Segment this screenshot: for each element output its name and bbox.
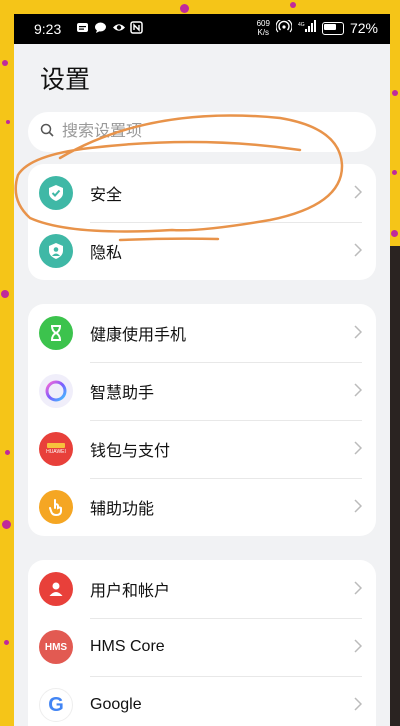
- chevron-right-icon: [354, 185, 362, 199]
- decoration-dot: [392, 90, 398, 96]
- decoration-dot: [290, 2, 296, 8]
- net-speed-unit: K/s: [257, 28, 270, 37]
- eye-icon: [112, 21, 125, 34]
- hourglass-icon: [39, 316, 73, 350]
- privacy-icon: [39, 234, 73, 268]
- chevron-right-icon: [354, 441, 362, 455]
- hand-icon: [39, 490, 73, 524]
- settings-item-label: 用户和帐户: [90, 583, 171, 600]
- search-bar[interactable]: [28, 112, 376, 152]
- decoration-dot: [4, 640, 9, 645]
- chevron-right-icon: [354, 499, 362, 513]
- settings-item-digital-balance[interactable]: 健康使用手机: [28, 304, 376, 362]
- decoration-dot: [2, 520, 11, 529]
- search-icon: [40, 123, 54, 142]
- assistant-ring-icon: [39, 374, 73, 408]
- settings-item-label: 智慧助手: [90, 385, 155, 402]
- chevron-right-icon: [354, 243, 362, 257]
- settings-group-security: 安全 隐私: [28, 164, 376, 280]
- status-bar: 9:23 609 K/s 4G 72%: [14, 14, 390, 44]
- hotspot-icon: [275, 18, 293, 36]
- battery-percent: 72%: [349, 20, 378, 36]
- shield-icon: [39, 176, 73, 210]
- settings-item-google[interactable]: G Google: [28, 676, 376, 726]
- chat-bubble-icon: [94, 21, 107, 34]
- settings-item-label: 安全: [90, 187, 123, 204]
- google-icon: G: [39, 688, 73, 722]
- chevron-right-icon: [354, 639, 362, 653]
- phone-screen: 9:23 609 K/s 4G 72% 设置 搜索设置项 安全 隐私 健康使用手…: [14, 14, 390, 726]
- settings-item-wallet[interactable]: HUAWEI 钱包与支付: [28, 420, 376, 478]
- hms-icon-text: HMS: [44, 641, 68, 653]
- chevron-right-icon: [354, 383, 362, 397]
- settings-item-label: 隐私: [90, 245, 123, 262]
- settings-item-label: 钱包与支付: [90, 443, 171, 460]
- settings-item-hms-core[interactable]: HMS HMS Core: [28, 618, 376, 676]
- chevron-right-icon: [354, 325, 362, 339]
- wallet-card-stripe: [47, 443, 65, 448]
- net-speed: 609 K/s: [257, 19, 270, 37]
- settings-item-security[interactable]: 安全: [28, 164, 376, 222]
- settings-item-privacy[interactable]: 隐私: [28, 222, 376, 280]
- decoration-dot: [392, 170, 397, 175]
- battery-icon: [321, 21, 344, 35]
- settings-item-label: 辅助功能: [90, 501, 155, 518]
- wallet-icon: HUAWEI: [39, 432, 73, 466]
- decoration-dot: [180, 4, 189, 13]
- decoration-dot: [6, 120, 10, 124]
- svg-text:4G: 4G: [298, 22, 305, 28]
- chevron-right-icon: [354, 581, 362, 595]
- decoration-dot: [1, 290, 9, 298]
- status-time: 9:23: [34, 21, 62, 37]
- status-icons-right: 609 K/s 4G 72%: [257, 18, 378, 37]
- decoration-dot: [391, 230, 398, 237]
- net-speed-value: 609: [256, 19, 270, 28]
- settings-group-features: 健康使用手机 智慧助手 HUAWEI 钱包与支付 辅助功能: [28, 304, 376, 536]
- settings-group-accounts: 用户和帐户 HMS HMS Core G Google: [28, 560, 376, 726]
- settings-item-label: 健康使用手机: [90, 327, 187, 344]
- search-input[interactable]: [60, 122, 344, 142]
- settings-item-accessibility[interactable]: 辅助功能: [28, 478, 376, 536]
- notification-icons: [76, 21, 143, 34]
- hms-icon: HMS: [39, 630, 73, 664]
- decoration-dot: [5, 450, 10, 455]
- message-icon: [76, 21, 89, 34]
- chevron-right-icon: [354, 697, 362, 711]
- google-icon-text: G: [48, 693, 64, 716]
- wallet-icon-text: HUAWEI: [46, 449, 66, 455]
- settings-item-label: Google: [90, 696, 142, 713]
- user-icon: [39, 572, 73, 606]
- nfc-icon: [130, 21, 143, 34]
- signal-icon: 4G: [298, 20, 316, 36]
- settings-item-users-accounts[interactable]: 用户和帐户: [28, 560, 376, 618]
- settings-item-label: HMS Core: [90, 638, 165, 655]
- background-strip: [390, 246, 400, 726]
- decoration-dot: [2, 60, 8, 66]
- settings-item-smart-assistant[interactable]: 智慧助手: [28, 362, 376, 420]
- page-title: 设置: [40, 66, 91, 94]
